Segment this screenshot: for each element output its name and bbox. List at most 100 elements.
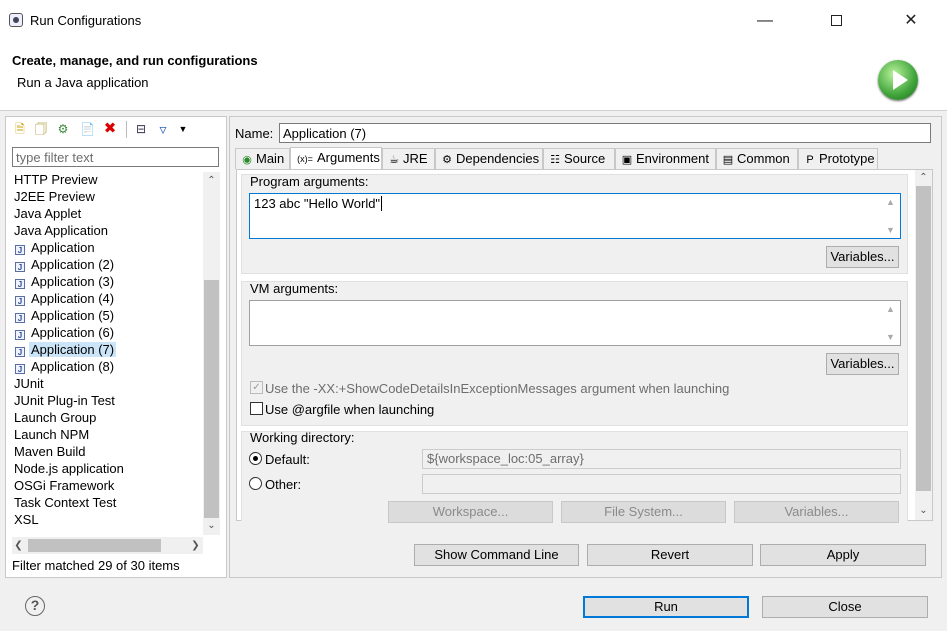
- program-args-scroll-down-icon[interactable]: ▼: [886, 225, 895, 235]
- tree-item[interactable]: Launch NPM: [12, 426, 202, 443]
- tab-jre[interactable]: ☕ JRE: [382, 148, 435, 169]
- revert-button[interactable]: Revert: [587, 544, 753, 566]
- run-button[interactable]: Run: [583, 596, 749, 618]
- help-icon[interactable]: ?: [25, 596, 45, 616]
- scroll-down-icon[interactable]: ⌄: [203, 520, 220, 531]
- tree-item-label: Application (2): [31, 257, 115, 272]
- tree-item[interactable]: J Application (8): [12, 358, 202, 375]
- tree-item[interactable]: JUnit Plug-in Test: [12, 392, 202, 409]
- duplicate-icon[interactable]: 📄: [80, 122, 95, 136]
- file-system-button[interactable]: File System...: [561, 501, 726, 523]
- tree-item[interactable]: HTTP Preview: [12, 171, 202, 188]
- other-directory-label: Other:: [265, 477, 302, 492]
- filter-icon[interactable]: ▿: [156, 122, 170, 136]
- content-scroll-up-icon[interactable]: ⌃: [915, 172, 932, 183]
- tab-arguments[interactable]: (x)= Arguments: [290, 147, 382, 170]
- java-app-icon: J: [15, 262, 25, 272]
- collapse-all-icon[interactable]: ⊟: [134, 122, 148, 136]
- tree-item-label: JUnit Plug-in Test: [14, 393, 115, 408]
- main-tab-icon: ◉: [242, 154, 252, 166]
- toolbar-separator: [126, 121, 127, 138]
- tree-item-label: Launch NPM: [14, 427, 90, 442]
- tree-item[interactable]: Java Application: [12, 222, 202, 239]
- tree-item[interactable]: XSL: [12, 511, 202, 528]
- title-bar: [0, 0, 947, 42]
- tree-item[interactable]: J Application: [12, 239, 202, 256]
- close-icon[interactable]: ✕: [888, 6, 934, 36]
- close-button[interactable]: Close: [762, 596, 928, 618]
- program-arguments-variables-button[interactable]: Variables...: [826, 246, 899, 268]
- vm-arguments-field[interactable]: [249, 300, 901, 346]
- tree-item-label: Node.js application: [14, 461, 124, 476]
- tab-label: Arguments: [317, 150, 380, 165]
- show-code-details-checkbox[interactable]: ✓: [250, 381, 263, 394]
- filter-input[interactable]: [12, 147, 219, 167]
- tab-label: Source: [564, 151, 606, 166]
- vm-arguments-variables-button[interactable]: Variables...: [826, 353, 899, 375]
- program-args-scroll-up-icon[interactable]: ▲: [886, 197, 895, 207]
- maximize-icon[interactable]: [813, 6, 859, 36]
- new-prototype-icon[interactable]: 🗍: [34, 122, 48, 136]
- tab-main[interactable]: ◉ Main: [235, 148, 290, 169]
- argfile-checkbox[interactable]: [250, 402, 263, 415]
- arguments-tab-icon: (x)=: [297, 154, 313, 164]
- tree-item[interactable]: J Application (3): [12, 273, 202, 290]
- scroll-right-icon[interactable]: ❯: [187, 540, 204, 551]
- tab-dependencies[interactable]: ⚙ Dependencies: [435, 148, 543, 169]
- content-scroll-thumb[interactable]: [916, 186, 931, 491]
- tree-item[interactable]: Java Applet: [12, 205, 202, 222]
- export-icon[interactable]: ⚙: [56, 122, 70, 136]
- content-scroll-down-icon[interactable]: ⌄: [915, 505, 932, 516]
- tree-item[interactable]: J Application (4): [12, 290, 202, 307]
- filter-status: Filter matched 29 of 30 items: [12, 558, 180, 573]
- vm-args-scroll-down-icon[interactable]: ▼: [886, 332, 895, 342]
- tab-common[interactable]: ▤ Common: [716, 148, 798, 169]
- tree-item[interactable]: Maven Build: [12, 443, 202, 460]
- tree-item[interactable]: Node.js application: [12, 460, 202, 477]
- tree-scroll-thumb[interactable]: [204, 280, 219, 518]
- tree-item-label: Task Context Test: [14, 495, 117, 510]
- tree-item[interactable]: JUnit: [12, 375, 202, 392]
- tree-hscroll-thumb[interactable]: [28, 539, 161, 552]
- scroll-left-icon[interactable]: ❮: [10, 540, 27, 551]
- header-subtitle: Run a Java application: [17, 75, 149, 90]
- other-directory-field[interactable]: [422, 474, 901, 494]
- new-configuration-icon[interactable]: 🗎: [13, 122, 27, 136]
- scroll-up-icon[interactable]: ⌃: [203, 175, 220, 186]
- java-app-icon: J: [15, 279, 25, 289]
- header-title: Create, manage, and run configurations: [12, 53, 258, 68]
- run-icon: [878, 60, 918, 100]
- tree-item[interactable]: J Application (7): [12, 341, 202, 358]
- tab-source[interactable]: ☷ Source: [543, 148, 615, 169]
- delete-icon[interactable]: ✖: [103, 121, 117, 136]
- default-directory-radio[interactable]: [249, 452, 262, 465]
- tree-item-label: Application (7): [29, 342, 117, 357]
- minimize-icon[interactable]: —: [742, 6, 788, 36]
- tree-item[interactable]: J Application (2): [12, 256, 202, 273]
- tree-item[interactable]: Launch Group: [12, 409, 202, 426]
- name-input[interactable]: [279, 123, 931, 143]
- other-directory-radio[interactable]: [249, 477, 262, 490]
- tree-item[interactable]: Task Context Test: [12, 494, 202, 511]
- program-arguments-field[interactable]: 123 abc "Hello World": [249, 193, 901, 239]
- tree-item-label: Application (5): [31, 308, 115, 323]
- show-command-line-button[interactable]: Show Command Line: [414, 544, 579, 566]
- working-dir-variables-button[interactable]: Variables...: [734, 501, 899, 523]
- tree-item[interactable]: J Application (6): [12, 324, 202, 341]
- apply-button[interactable]: Apply: [760, 544, 926, 566]
- tree-item-label: JUnit: [14, 376, 44, 391]
- tree-item[interactable]: J2EE Preview: [12, 188, 202, 205]
- dropdown-icon[interactable]: ▼: [176, 122, 190, 136]
- tab-environment[interactable]: ▣ Environment: [615, 148, 716, 169]
- show-code-details-label: Use the -XX:+ShowCodeDetailsInExceptionM…: [265, 381, 730, 396]
- tree-item[interactable]: J Application (5): [12, 307, 202, 324]
- program-arguments-label: Program arguments:: [250, 174, 369, 189]
- tree-item-label: Application (6): [31, 325, 115, 340]
- tree-item-label: Application (8): [31, 359, 115, 374]
- vm-args-scroll-up-icon[interactable]: ▲: [886, 304, 895, 314]
- tree-item[interactable]: OSGi Framework: [12, 477, 202, 494]
- configuration-tree[interactable]: HTTP Preview J2EE Preview Java Applet Java …: [12, 171, 202, 528]
- tab-prototype[interactable]: P Prototype: [798, 148, 878, 169]
- workspace-button[interactable]: Workspace...: [388, 501, 553, 523]
- java-app-icon: J: [15, 347, 25, 357]
